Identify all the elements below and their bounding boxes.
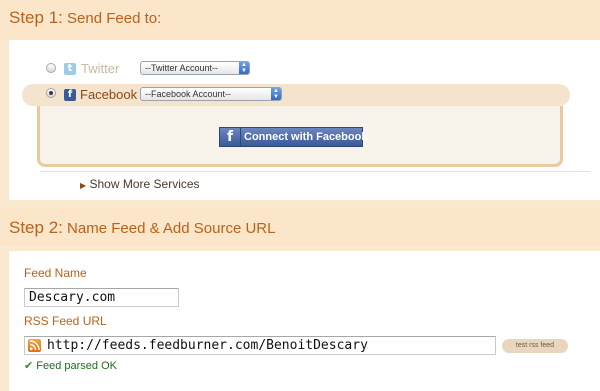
rss-url-value: http://feeds.feedburner.com/BenoitDescar… xyxy=(47,338,368,353)
step1-title: Step 1: Send Feed to: xyxy=(9,8,161,28)
select-arrows-icon: ▲ ▼ xyxy=(271,88,281,100)
twitter-icon: t xyxy=(64,63,76,75)
rss-url-input[interactable]: http://feeds.feedburner.com/BenoitDescar… xyxy=(24,336,496,355)
status-text: Feed parsed OK xyxy=(36,360,117,372)
show-more-services-link[interactable]: ▶ Show More Services xyxy=(80,177,200,191)
facebook-radio[interactable] xyxy=(46,88,56,98)
connect-facebook-button[interactable]: f Connect with Facebook xyxy=(219,127,367,147)
twitter-account-select[interactable]: --Twitter Account-- ▲ ▼ xyxy=(140,61,250,75)
step2-number: Step 2: xyxy=(9,218,63,237)
twitter-radio[interactable] xyxy=(46,63,56,73)
facebook-account-select[interactable]: --Facebook Account-- ▲ ▼ xyxy=(140,87,282,101)
triangle-right-icon: ▶ xyxy=(80,181,87,190)
rss-icon xyxy=(28,339,41,352)
facebook-icon: f xyxy=(64,89,76,101)
step1-number: Step 1: xyxy=(9,8,63,27)
status-message: ✔ Feed parsed OK xyxy=(24,359,117,372)
checkmark-icon: ✔ xyxy=(24,359,34,372)
connect-facebook-label: Connect with Facebook xyxy=(244,131,368,143)
step2-title: Step 2: Name Feed & Add Source URL xyxy=(9,218,276,238)
rss-url-label: RSS Feed URL xyxy=(24,314,107,328)
facebook-account-value: --Facebook Account-- xyxy=(145,89,232,99)
divider xyxy=(40,171,590,172)
feed-name-label: Feed Name xyxy=(24,266,87,280)
select-arrows-icon: ▲ ▼ xyxy=(239,62,249,74)
facebook-label: Facebook xyxy=(80,87,138,102)
twitter-label: Twitter xyxy=(81,61,120,76)
facebook-f-icon: f xyxy=(220,128,241,146)
show-more-label: Show More Services xyxy=(89,177,200,191)
step1-text: Send Feed to: xyxy=(67,10,162,27)
test-rss-feed-button[interactable]: test rss feed xyxy=(502,339,568,353)
step2-text: Name Feed & Add Source URL xyxy=(67,220,276,237)
twitter-account-value: --Twitter Account-- xyxy=(145,63,219,73)
feed-name-input[interactable]: Descary.com xyxy=(24,288,179,307)
